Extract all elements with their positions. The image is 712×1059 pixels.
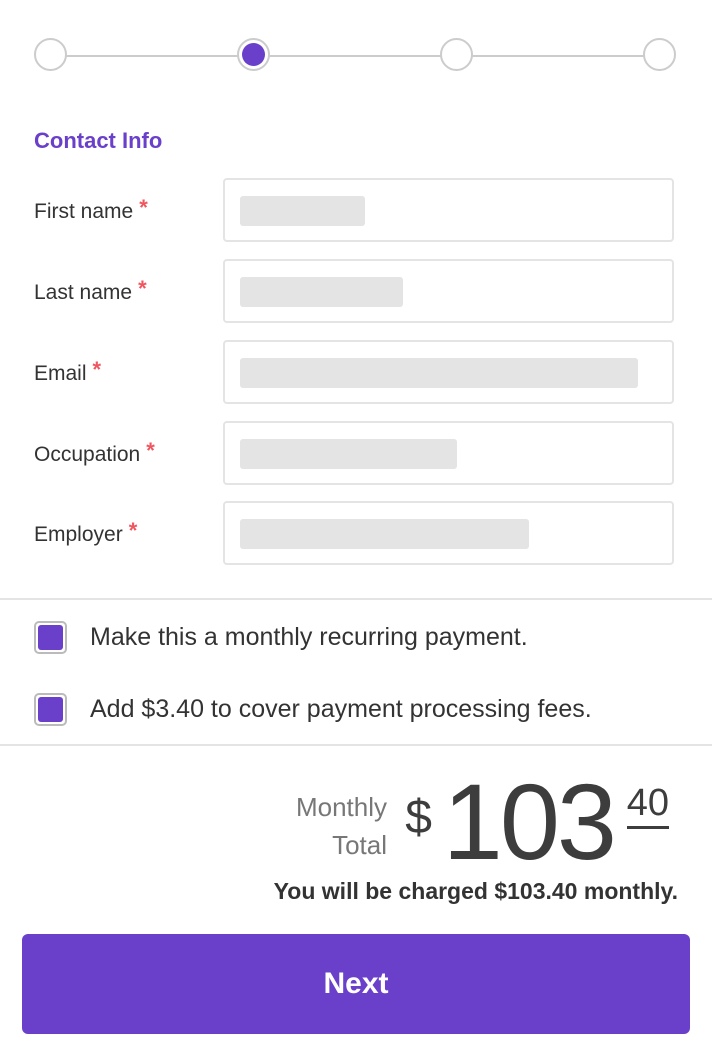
employer-label: Employer * [34,518,138,546]
divider [0,744,712,746]
checked-fill [38,697,63,722]
last-name-row: Last name * [0,259,712,323]
occupation-label: Occupation * [34,438,155,466]
total-cents: 40 [626,784,669,829]
checked-fill [38,625,63,650]
redacted-value [240,439,457,469]
next-button[interactable]: Next [22,934,690,1034]
redacted-value [240,277,403,307]
first-name-row: First name * [0,178,712,242]
currency-symbol: $ [405,791,432,844]
stepper-track [51,55,661,57]
redacted-value [240,358,638,388]
email-row: Email * [0,340,712,404]
employer-row: Employer * [0,501,712,565]
required-marker: * [146,438,155,463]
cover-fees-label[interactable]: Add $3.40 to cover payment processing fe… [90,695,592,724]
occupation-row: Occupation * [0,421,712,485]
required-marker: * [138,276,147,301]
total-dollars: 103 [442,761,617,882]
email-label: Email * [34,357,102,385]
monthly-total: Monthly Total $ 103 40 [252,761,672,882]
occupation-input[interactable] [223,421,674,485]
redacted-value [240,196,365,226]
redacted-value [240,519,529,549]
step-1[interactable] [34,38,67,71]
cover-fees-option[interactable]: Add $3.40 to cover payment processing fe… [34,693,694,727]
recurring-payment-option[interactable]: Make this a monthly recurring payment. [34,621,694,655]
total-label: Monthly Total [295,792,387,860]
last-name-label: Last name * [34,276,147,304]
required-marker: * [92,357,102,382]
section-title: Contact Info [34,128,163,153]
charge-note: You will be charged $103.40 monthly. [273,878,678,904]
current-step-dot [242,43,265,66]
recurring-payment-label[interactable]: Make this a monthly recurring payment. [90,623,528,652]
required-marker: * [139,195,148,220]
progress-stepper [34,38,678,74]
cover-fees-checkbox[interactable] [34,693,67,726]
first-name-input[interactable] [223,178,674,242]
step-4[interactable] [643,38,676,71]
required-marker: * [128,518,138,543]
last-name-input[interactable] [223,259,674,323]
step-3[interactable] [440,38,473,71]
recurring-payment-checkbox[interactable] [34,621,67,654]
employer-input[interactable] [223,501,674,565]
step-2-current[interactable] [237,38,270,71]
divider [0,598,712,600]
first-name-label: First name * [34,195,148,223]
email-input[interactable] [223,340,674,404]
